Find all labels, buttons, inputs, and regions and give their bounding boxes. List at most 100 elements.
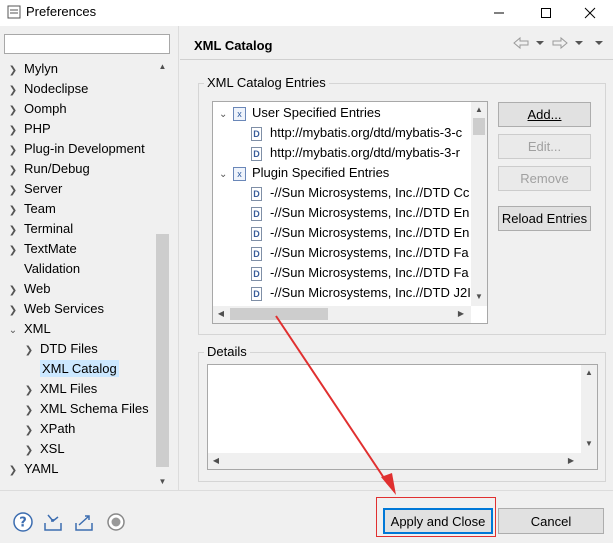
scroll-up-icon[interactable]: ▲ [473,105,485,114]
tree-item-validation[interactable]: Validation [8,259,80,279]
details-horizontal-scrollbar[interactable]: ◀ ▶ [208,453,581,469]
maximize-button[interactable] [523,0,569,26]
scroll-down-icon[interactable]: ▼ [583,439,595,448]
catalog-entry[interactable]: Dhttp://mybatis.org/dtd/mybatis-3-c [251,123,462,143]
view-menu-icon[interactable] [593,36,605,50]
preferences-navigation: ❯ Mylyn ❯ Nodeclipse ❯ Oomph ❯ PHP ❯ Plug-in … [0,26,179,490]
tree-item-web[interactable]: ❯ Web [8,279,51,299]
catalog-entry[interactable]: D -//Sun Microsystems, Inc.//DTD Cc [251,183,469,203]
forward-icon[interactable] [552,36,586,50]
chevron-right-icon[interactable]: ❯ [24,441,34,461]
chevron-right-icon[interactable]: ❯ [8,81,18,101]
chevron-right-icon[interactable]: ❯ [8,61,18,81]
chevron-right-icon[interactable]: ❯ [8,201,18,221]
chevron-right-icon[interactable]: ❯ [8,181,18,201]
cancel-button[interactable]: Cancel [498,508,604,534]
catalog-entry[interactable]: D -//Sun Microsystems, Inc.//DTD Fa [251,243,469,263]
entries-vertical-scrollbar[interactable]: ▲ ▼ [471,102,487,306]
scrollbar-thumb[interactable] [156,234,169,467]
chevron-right-icon[interactable]: ❯ [8,301,18,321]
reload-entries-button[interactable]: Reload Entries [498,206,591,231]
tree-item-nodeclipse[interactable]: ❯ Nodeclipse [8,79,89,101]
tree-item-php[interactable]: ❯ PHP [8,119,51,139]
group-plugin-specified-entries[interactable]: ⌄ x Plugin Specified Entries [219,163,389,183]
tree-item-server[interactable]: ❯ Server [8,179,63,201]
tree-item-plugin-development[interactable]: ❯ Plug-in Development [8,139,145,159]
filter-input[interactable] [4,34,170,54]
dtd-file-icon: D [251,266,262,281]
details-vertical-scrollbar[interactable]: ▲ ▼ [581,365,597,469]
add-button[interactable]: Add... [498,102,591,127]
scroll-up-icon[interactable]: ▲ [583,368,595,377]
scrollbar-thumb[interactable] [230,308,328,320]
tree-item-oomph[interactable]: ❯ Oomph [8,99,67,119]
chevron-right-icon[interactable]: ❯ [8,161,18,181]
catalog-icon: x [233,106,246,121]
window-title: Preferences [26,4,97,19]
tree-item-team[interactable]: ❯ Team [8,199,56,219]
chevron-right-icon[interactable]: ❯ [24,421,34,441]
catalog-entry[interactable]: D -//Sun Microsystems, Inc.//DTD Fa [251,263,469,283]
group-user-specified-entries[interactable]: ⌄ x User Specified Entries [219,103,381,123]
remove-button[interactable]: Remove [498,166,591,191]
chevron-right-icon[interactable]: ❯ [8,221,18,241]
scroll-down-icon[interactable]: ▼ [155,474,170,489]
details-group-label: Details [204,344,250,359]
scroll-left-icon[interactable]: ◀ [215,309,227,318]
catalog-entry[interactable]: D -//Sun Microsystems, Inc.//DTD En [251,223,469,243]
chevron-right-icon[interactable]: ❯ [8,101,18,121]
page-title: XML Catalog [194,38,273,53]
scroll-right-icon[interactable]: ▶ [455,309,467,318]
annotation-highlight-box [376,497,496,537]
chevron-right-icon[interactable]: ❯ [8,141,18,161]
import-icon[interactable] [42,511,64,533]
scroll-down-icon[interactable]: ▼ [473,292,485,301]
chevron-right-icon[interactable]: ❯ [8,241,18,261]
tree-item-textmate[interactable]: ❯ TextMate [8,239,77,259]
back-icon[interactable] [513,36,547,50]
tree-item-web-services[interactable]: ❯ Web Services [8,299,104,319]
title-bar: Preferences [0,0,613,26]
tree-item-xsl[interactable]: ❯ XSL [24,439,65,459]
export-icon[interactable] [73,511,95,533]
edit-button[interactable]: Edit... [498,134,591,159]
dtd-file-icon: D [251,126,262,141]
tree-item-xpath[interactable]: ❯ XPath [24,419,76,441]
scroll-left-icon[interactable]: ◀ [210,456,222,465]
catalog-entry[interactable]: D -//Sun Microsystems, Inc.//DTD En [251,203,469,223]
tree-item-terminal[interactable]: ❯ Terminal [8,219,73,239]
close-button[interactable] [567,0,613,26]
tree-item-xml-files[interactable]: ❯ XML Files [24,379,98,401]
catalog-entry[interactable]: Dhttp://mybatis.org/dtd/mybatis-3-r [251,143,460,163]
chevron-right-icon[interactable]: ❯ [24,401,34,421]
catalog-icon: x [233,166,246,181]
svg-text:?: ? [19,516,27,531]
tree-item-mylyn[interactable]: ❯ Mylyn [8,59,58,79]
sidebar-scrollbar[interactable]: ▲ ▼ [155,59,170,489]
chevron-right-icon[interactable]: ❯ [8,461,18,481]
tree-item-run-debug[interactable]: ❯ Run/Debug [8,159,90,179]
entries-horizontal-scrollbar[interactable]: ◀ ▶ [213,306,471,323]
help-icon[interactable]: ? [12,511,34,533]
scroll-right-icon[interactable]: ▶ [565,456,577,465]
tree-item-dtd-files[interactable]: ❯ DTD Files [24,339,98,359]
record-icon[interactable] [105,511,127,533]
tree-item-yaml[interactable]: ❯ YAML [8,459,59,481]
chevron-down-icon[interactable]: ⌄ [8,321,18,341]
chevron-right-icon[interactable]: ❯ [24,381,34,401]
chevron-down-icon[interactable]: ⌄ [219,105,229,125]
tree-item-xml-schema-files[interactable]: ❯ XML Schema Files [24,399,149,419]
catalog-entry[interactable]: D -//Sun Microsystems, Inc.//DTD J2I [251,283,471,303]
chevron-right-icon[interactable]: ❯ [24,341,34,361]
minimize-button[interactable] [476,0,522,26]
scroll-up-icon[interactable]: ▲ [155,59,170,74]
chevron-down-icon[interactable]: ⌄ [219,165,229,185]
chevron-right-icon[interactable]: ❯ [8,281,18,301]
chevron-right-icon[interactable]: ❯ [8,121,18,141]
tree-item-xml-catalog[interactable]: XML Catalog [24,359,119,379]
tree-item-xml[interactable]: ⌄ XML [8,319,51,339]
catalog-entries-tree[interactable]: ⌄ x User Specified Entries Dhttp://mybatis… [212,101,488,324]
scrollbar-thumb[interactable] [473,118,485,135]
minimize-icon [494,12,504,14]
dtd-file-icon: D [251,246,262,261]
